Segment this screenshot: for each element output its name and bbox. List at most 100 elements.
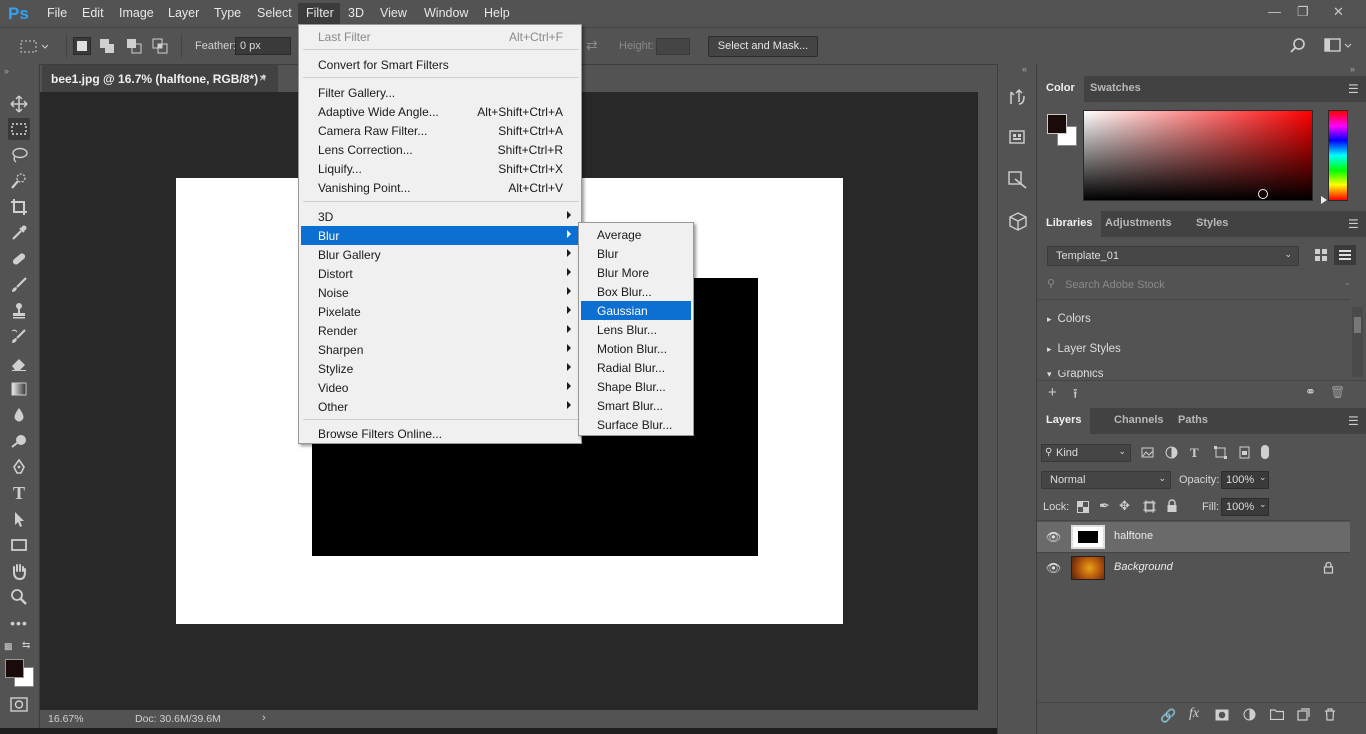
libraries-scrollbar[interactable] (1352, 307, 1363, 377)
menu-item-average[interactable]: Average (581, 225, 691, 244)
gradient-tool-icon[interactable] (8, 378, 30, 400)
menu-item-adaptive-wide-angle[interactable]: Adaptive Wide Angle... Alt+Shift+Ctrl+A (301, 102, 579, 121)
zoom-tool-icon[interactable] (8, 586, 30, 608)
3d-panel-icon[interactable] (1007, 210, 1029, 232)
visibility-eye-icon[interactable]: 👁 (1046, 561, 1061, 575)
feather-input[interactable]: 0 px (235, 37, 291, 55)
menu-item-smart-blur[interactable]: Smart Blur... (581, 396, 691, 415)
menu-edit[interactable]: Edit (82, 6, 104, 20)
menu-item-camera-raw-filter[interactable]: Camera Raw Filter... Shift+Ctrl+A (301, 121, 579, 140)
move-tool-icon[interactable] (8, 93, 30, 115)
menu-item-surface-blur[interactable]: Surface Blur... (581, 415, 691, 434)
menu-item-distort[interactable]: Distort (301, 264, 579, 283)
rectangular-marquee-tool-icon[interactable] (8, 118, 30, 140)
filter-pixel-icon[interactable] (1141, 446, 1154, 459)
filter-shape-icon[interactable] (1214, 446, 1227, 459)
menu-item-lens-correction[interactable]: Lens Correction... Shift+Ctrl+R (301, 140, 579, 159)
menu-item-filter-gallery[interactable]: Filter Gallery... (301, 83, 579, 102)
filter-smart-object-icon[interactable] (1238, 446, 1251, 459)
panel-menu-icon[interactable]: ☰ (1348, 414, 1360, 428)
menu-item-blur[interactable]: Blur (301, 226, 579, 245)
menu-item-browse-filters-online[interactable]: Browse Filters Online... (301, 424, 579, 443)
menu-3d[interactable]: 3D (348, 6, 364, 20)
menu-item-last-filter[interactable]: Last Filter Alt+Ctrl+F (301, 27, 579, 46)
menu-item-stylize[interactable]: Stylize (301, 359, 579, 378)
chevron-down-icon[interactable]: ⌄ (1259, 472, 1267, 483)
menu-item-render[interactable]: Render (301, 321, 579, 340)
vertical-scrollbar[interactable] (978, 92, 996, 710)
lock-artboard-icon[interactable] (1143, 500, 1156, 513)
select-and-mask-button[interactable]: Select and Mask... (708, 36, 818, 57)
adobe-stock-search[interactable]: ⚲ Search Adobe Stock ⌄ (1047, 275, 1357, 295)
blend-mode-select[interactable]: Normal ⌄ (1041, 471, 1171, 489)
eraser-tool-icon[interactable] (8, 352, 30, 374)
clone-stamp-tool-icon[interactable] (8, 300, 30, 322)
menu-item-blur-gallery[interactable]: Blur Gallery (301, 245, 579, 264)
menu-item-box-blur[interactable]: Box Blur... (581, 282, 691, 301)
rectangle-tool-icon[interactable] (8, 534, 30, 556)
add-to-selection-icon[interactable] (99, 38, 115, 54)
trash-icon[interactable]: 🗑 (1330, 385, 1345, 399)
menu-layer[interactable]: Layer (168, 6, 199, 20)
new-layer-icon[interactable] (1297, 708, 1310, 721)
hue-slider[interactable] (1328, 110, 1348, 201)
quick-mask-icon[interactable] (10, 697, 28, 713)
menu-filter[interactable]: Filter (306, 6, 334, 20)
spot-healing-brush-icon[interactable] (8, 248, 30, 270)
menu-item-shape-blur[interactable]: Shape Blur... (581, 377, 691, 396)
menu-item-radial-blur[interactable]: Radial Blur... (581, 358, 691, 377)
lock-position-icon[interactable]: ✥ (1119, 498, 1130, 514)
status-arrow-icon[interactable]: › (262, 712, 266, 724)
layer-row-background[interactable]: 👁 Background (1037, 552, 1350, 582)
menu-item-noise[interactable]: Noise (301, 283, 579, 302)
path-selection-tool-icon[interactable] (8, 508, 30, 530)
tab-paths[interactable]: Paths (1169, 408, 1217, 434)
menu-select[interactable]: Select (257, 6, 292, 20)
chevron-down-icon[interactable]: ⌄ (1343, 277, 1351, 288)
properties-panel-icon[interactable] (1007, 126, 1029, 148)
tab-styles[interactable]: Styles (1187, 211, 1237, 237)
brush-tool-icon[interactable] (8, 274, 30, 296)
menu-item-video[interactable]: Video (301, 378, 579, 397)
lock-transparent-pixels-icon[interactable] (1077, 501, 1089, 513)
history-panel-icon[interactable] (1007, 86, 1029, 108)
menu-file[interactable]: File (47, 6, 67, 20)
menu-item-gaussian-blur[interactable]: Gaussian Blur... (581, 301, 691, 332)
color-picker-cursor[interactable] (1258, 189, 1268, 199)
add-content-icon[interactable]: + (1048, 384, 1057, 401)
menu-image[interactable]: Image (119, 6, 154, 20)
add-mask-icon[interactable] (1215, 709, 1229, 721)
workspace-switcher-icon[interactable] (1324, 38, 1354, 54)
filter-type-icon[interactable]: T (1190, 445, 1199, 461)
close-tab-icon[interactable]: × (259, 71, 266, 85)
new-selection-button[interactable] (73, 37, 91, 55)
menu-item-lens-blur[interactable]: Lens Blur... (581, 320, 691, 339)
color-foreground-swatch[interactable] (1047, 114, 1067, 134)
libraries-scroll-thumb[interactable] (1354, 317, 1361, 333)
crop-tool-icon[interactable] (8, 196, 30, 218)
link-layers-icon[interactable]: 🔗 (1160, 708, 1176, 724)
lasso-tool-icon[interactable] (8, 144, 30, 166)
panel-menu-icon[interactable]: ☰ (1348, 82, 1360, 96)
visibility-eye-icon[interactable]: 👁 (1046, 530, 1061, 544)
menu-help[interactable]: Help (484, 6, 510, 20)
tab-swatches[interactable]: Swatches (1081, 76, 1150, 102)
minimize-icon[interactable]: — (1268, 4, 1281, 19)
collapse-dock-icon[interactable]: » (1350, 64, 1355, 74)
filter-toggle-switch[interactable] (1261, 445, 1269, 459)
list-view-button[interactable] (1334, 245, 1356, 265)
hue-slider-handle[interactable] (1321, 196, 1327, 204)
type-tool-icon[interactable]: T (8, 482, 30, 504)
upload-icon[interactable]: ⭱ (1073, 385, 1078, 407)
close-icon[interactable]: ✕ (1333, 4, 1344, 20)
menu-window[interactable]: Window (424, 6, 468, 20)
marquee-tool-preset-icon[interactable] (20, 39, 50, 55)
layer-name[interactable]: Background (1114, 561, 1173, 573)
more-tools-icon[interactable]: ••• (8, 612, 30, 634)
menu-item-pixelate[interactable]: Pixelate (301, 302, 579, 321)
zoom-level[interactable]: 16.67% (48, 713, 84, 725)
adjustments-panel-icon[interactable] (1007, 169, 1029, 191)
library-section-layer-styles[interactable]: ▸ Layer Styles (1047, 343, 1121, 355)
menu-item-3d[interactable]: 3D (301, 207, 579, 226)
filter-adjustment-icon[interactable] (1165, 446, 1178, 459)
